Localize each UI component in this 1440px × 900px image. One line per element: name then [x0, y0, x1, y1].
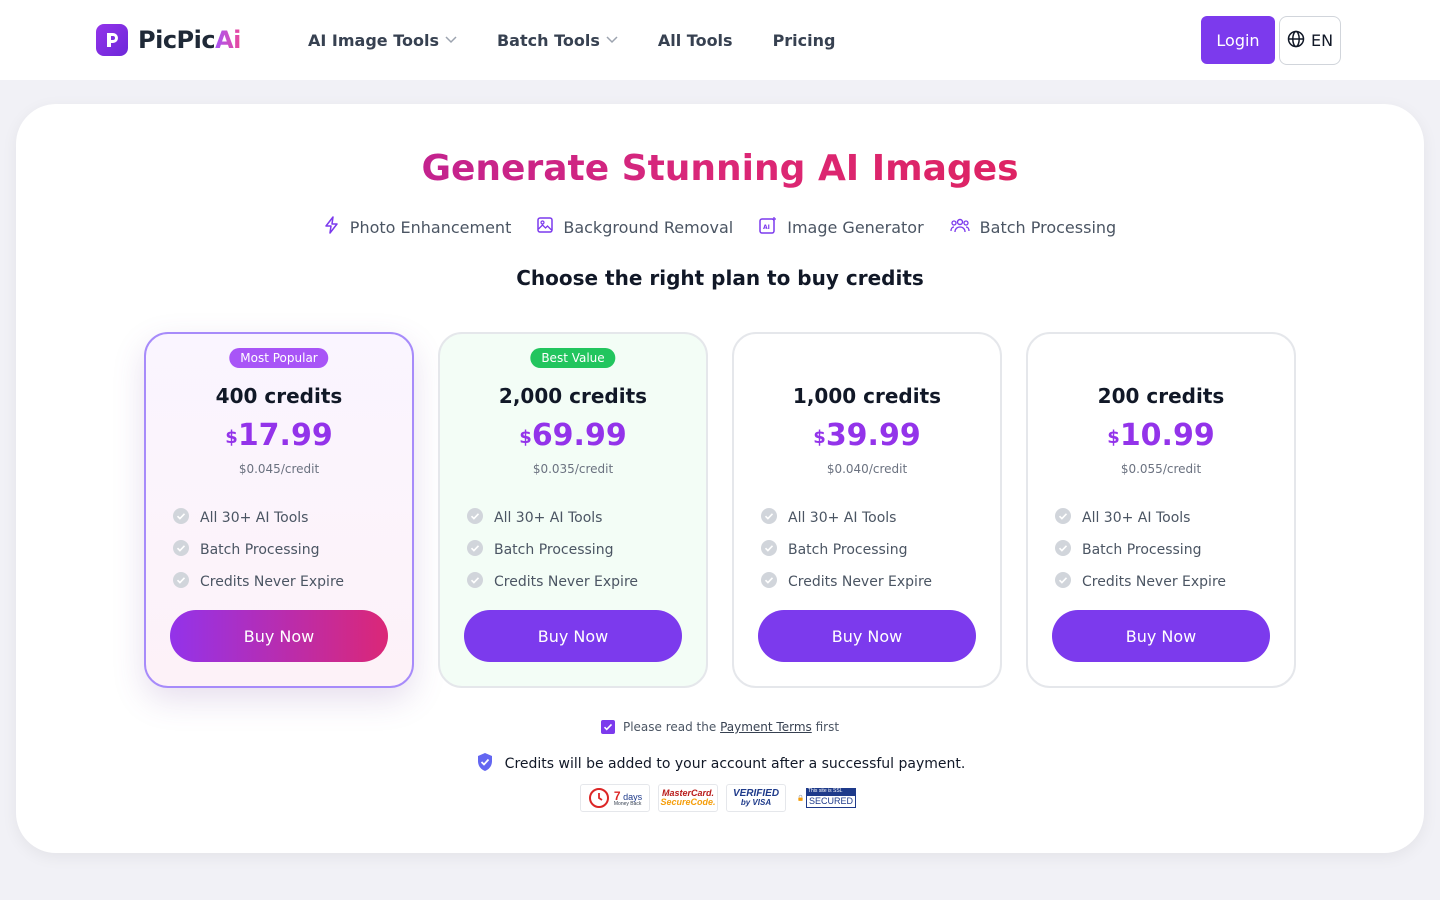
list-item: All 30+ AI Tools [760, 502, 932, 534]
plan-features: All 30+ AI Tools Batch Processing Credit… [1054, 502, 1226, 598]
verified-by-visa-badge: VERIFIED by VISA [726, 784, 786, 812]
svg-text:AI: AI [763, 224, 770, 231]
plan-per-credit: $0.045/credit [238, 462, 320, 476]
feature-photo-enhancement: Photo Enhancement [324, 216, 511, 238]
plan-credits: 200 credits [1097, 384, 1225, 408]
mastercard-securecode-badge: MasterCard. SecureCode. [658, 784, 718, 812]
users-icon [950, 217, 970, 237]
list-item: Batch Processing [760, 534, 932, 566]
nav-pricing[interactable]: Pricing [773, 31, 836, 50]
secure-payment-note: Credits will be added to your account af… [16, 752, 1424, 776]
plan-price: $17.99 [225, 418, 333, 453]
language-selector[interactable]: EN [1279, 16, 1341, 65]
plan-per-credit: $0.035/credit [532, 462, 614, 476]
buy-now-button[interactable]: Buy Now [464, 610, 682, 662]
plan-card-400[interactable]: Most Popular 400 credits $17.99 $0.045/c… [144, 332, 414, 688]
plan-list: Most Popular 400 credits $17.99 $0.045/c… [144, 332, 1296, 688]
check-circle-icon [172, 539, 190, 561]
buy-now-button[interactable]: Buy Now [758, 610, 976, 662]
list-item: Batch Processing [466, 534, 638, 566]
logo-mark-icon [96, 24, 128, 56]
list-item: Credits Never Expire [172, 566, 344, 598]
check-circle-icon [172, 571, 190, 593]
check-circle-icon [1054, 571, 1072, 593]
check-circle-icon [466, 571, 484, 593]
plan-card-1000[interactable]: 1,000 credits $39.99 $0.040/credit All 3… [732, 332, 1002, 688]
padlock-icon [798, 794, 803, 801]
payment-terms-link[interactable]: Payment Terms [720, 720, 812, 734]
plan-price: $10.99 [1107, 418, 1215, 453]
check-circle-icon [466, 507, 484, 529]
plan-credits: 1,000 credits [792, 384, 942, 408]
login-button[interactable]: Login [1201, 16, 1275, 64]
buy-now-button[interactable]: Buy Now [170, 610, 388, 662]
check-circle-icon [1054, 507, 1072, 529]
ai-image-icon: AI [759, 216, 777, 238]
chevron-down-icon [606, 36, 618, 44]
top-header: PicPicAi AI Image Tools Batch Tools All … [0, 0, 1440, 80]
plan-card-2000[interactable]: Best Value 2,000 credits $69.99 $0.035/c… [438, 332, 708, 688]
plan-credits: 2,000 credits [498, 384, 648, 408]
check-circle-icon [1054, 539, 1072, 561]
shield-check-icon [475, 752, 495, 776]
check-circle-icon [760, 539, 778, 561]
check-icon [603, 723, 613, 731]
page-title: Generate Stunning AI Images [16, 148, 1424, 189]
pricing-card: Generate Stunning AI Images Photo Enhanc… [16, 104, 1424, 853]
section-subtitle: Choose the right plan to buy credits [516, 266, 924, 290]
logo-text: PicPicAi [138, 26, 241, 54]
image-icon [537, 217, 554, 237]
plan-credits: 400 credits [215, 384, 343, 408]
payment-terms-row: Please read the Payment Terms first [16, 720, 1424, 734]
main-nav: AI Image Tools Batch Tools All Tools Pri… [308, 0, 875, 80]
money-back-badge: 7 days Money Back [580, 784, 650, 812]
list-item: Credits Never Expire [760, 566, 932, 598]
most-popular-badge: Most Popular [229, 348, 329, 368]
nav-ai-image-tools[interactable]: AI Image Tools [308, 31, 457, 50]
chevron-down-icon [445, 36, 457, 44]
list-item: All 30+ AI Tools [1054, 502, 1226, 534]
plan-price: $69.99 [519, 418, 627, 453]
nav-all-tools[interactable]: All Tools [658, 31, 733, 50]
globe-icon [1287, 30, 1305, 52]
plan-per-credit: $0.040/credit [826, 462, 908, 476]
list-item: Batch Processing [172, 534, 344, 566]
check-circle-icon [760, 507, 778, 529]
plan-price: $39.99 [813, 418, 921, 453]
list-item: Credits Never Expire [466, 566, 638, 598]
list-item: Credits Never Expire [1054, 566, 1226, 598]
best-value-badge: Best Value [530, 348, 616, 368]
plan-features: All 30+ AI Tools Batch Processing Credit… [172, 502, 344, 598]
list-item: Batch Processing [1054, 534, 1226, 566]
feature-list: Photo Enhancement Background Removal AI … [16, 216, 1424, 238]
check-circle-icon [466, 539, 484, 561]
buy-now-button[interactable]: Buy Now [1052, 610, 1270, 662]
nav-batch-tools[interactable]: Batch Tools [497, 31, 618, 50]
feature-image-generator: AI Image Generator [759, 216, 924, 238]
terms-text: Please read the Payment Terms first [622, 720, 840, 734]
ssl-secured-badge: This site is SSL SECURED [794, 784, 860, 812]
trust-badges: 7 days Money Back MasterCard. SecureCode… [16, 784, 1424, 812]
plan-card-200[interactable]: 200 credits $10.99 $0.055/credit All 30+… [1026, 332, 1296, 688]
plan-per-credit: $0.055/credit [1120, 462, 1202, 476]
plan-features: All 30+ AI Tools Batch Processing Credit… [760, 502, 932, 598]
check-circle-icon [760, 571, 778, 593]
plan-features: All 30+ AI Tools Batch Processing Credit… [466, 502, 638, 598]
feature-background-removal: Background Removal [537, 216, 733, 238]
feature-batch-processing: Batch Processing [950, 216, 1116, 238]
lightning-icon [324, 216, 340, 238]
clock-icon [588, 788, 609, 808]
list-item: All 30+ AI Tools [466, 502, 638, 534]
check-circle-icon [172, 507, 190, 529]
logo[interactable]: PicPicAi [96, 24, 241, 56]
terms-checkbox[interactable] [600, 720, 615, 734]
list-item: All 30+ AI Tools [172, 502, 344, 534]
